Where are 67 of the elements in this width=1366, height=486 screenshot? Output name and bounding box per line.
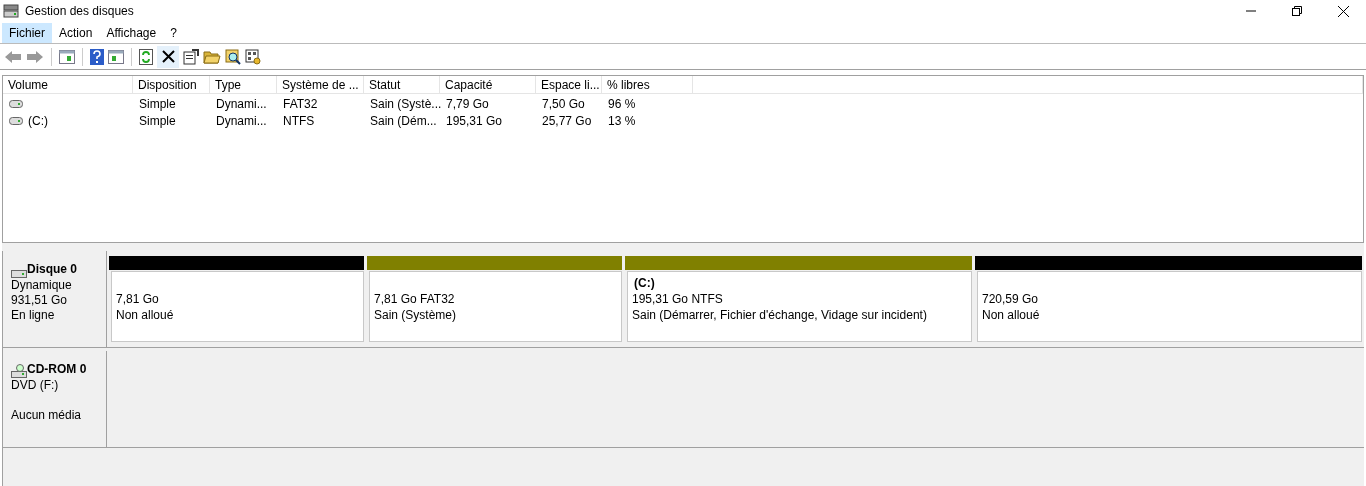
disk-info: En ligne [11,308,56,323]
table-cell-text: 25,77 Go [542,112,592,130]
help-icon[interactable] [90,48,104,65]
disk-name: CD-ROM 0 [27,361,87,378]
partition-status: Non alloué [116,307,175,323]
disk-info: Aucun média [11,408,83,423]
partition-size: 7,81 Go [116,291,160,307]
partition-status: Non alloué [982,307,1041,323]
delete-button[interactable] [157,45,179,68]
menu-item[interactable]: Fichier [2,22,52,43]
table-cell-text: Simple [139,95,176,113]
column-header[interactable]: Disposition [133,76,210,93]
table-cell-text: Dynami... [216,95,267,113]
table-cell-text: 195,31 Go [446,112,503,130]
disk-name: Disque 0 [27,261,77,278]
disk-info: 931,51 Go [11,293,69,308]
table-cell-text: 13 % [608,112,636,130]
close-icon[interactable] [1337,5,1349,17]
drive-icon [9,116,23,125]
column-header[interactable]: Espace li... [536,76,602,93]
partition-size: 7,81 Go FAT32 [374,291,456,307]
partition-box[interactable]: 7,81 Go Non alloué [111,271,364,342]
drive-icon [9,99,23,108]
table-cell-text: 7,79 Go [446,95,489,113]
table-cell-text: NTFS [283,112,315,130]
properties-icon[interactable] [183,48,199,65]
settings-icon[interactable] [245,48,261,65]
partition-name: (C:) [633,276,656,291]
disk-info: DVD (F:) [11,378,60,393]
table-cell-text: Sain (Systè... [370,95,442,113]
disk-info: Dynamique [11,278,73,293]
partition-box[interactable]: 7,81 Go FAT32 Sain (Système) [369,271,622,342]
partition-status: Sain (Système) [374,307,458,323]
partition-status: Sain (Démarrer, Fichier d'échange, Vidage sur incident) [632,307,928,323]
magnifier-icon[interactable] [225,48,241,65]
table-cell-text: Dynami... [216,112,267,130]
restore-icon[interactable] [1292,6,1302,16]
partition-box[interactable]: (C:) 195,31 Go NTFS Sain (Démarrer, Fichier d'échange, Vidage sur incident) [627,271,972,342]
column-header[interactable]: % libres [602,76,693,93]
partition-size: 195,31 Go NTFS [632,291,724,307]
column-header[interactable]: Système de ... [277,76,364,93]
console-tree-icon[interactable] [59,49,75,64]
partition-size: 720,59 Go [982,291,1040,307]
menu-item[interactable]: Affichage [99,22,164,43]
column-header[interactable]: Statut [364,76,440,93]
column-header[interactable]: Type [210,76,277,93]
menu-item[interactable]: Action [52,22,100,43]
table-cell-text: (C:) [28,112,48,130]
back-arrow-icon[interactable] [4,49,22,64]
menu-item[interactable]: ? [163,22,184,43]
cd-drive-icon [11,364,27,378]
x-icon [161,50,175,63]
column-header[interactable]: Capacité [440,76,536,93]
drive-icon [11,270,27,278]
partition-box[interactable]: 720,59 Go Non alloué [977,271,1362,342]
folder-icon[interactable] [203,49,221,64]
table-cell-text: FAT32 [283,95,318,113]
window-title: Gestion des disques [25,3,134,20]
table-cell-text: 96 % [608,95,636,113]
action-pane-icon[interactable] [108,49,124,64]
refresh-icon[interactable] [139,48,153,65]
table-cell-text: Simple [139,112,176,130]
forward-arrow-icon[interactable] [26,49,44,64]
disk-management-icon [3,4,19,18]
table-cell-text: Sain (Dém... [370,112,437,130]
table-cell-text: 7,50 Go [542,95,585,113]
column-header[interactable]: Volume [3,76,133,93]
